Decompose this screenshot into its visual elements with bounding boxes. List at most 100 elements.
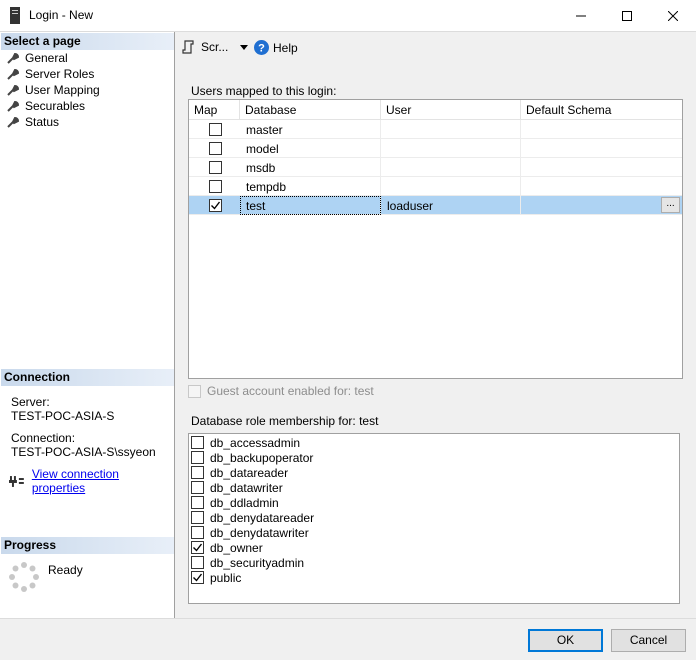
nav-label: Server Roles [25,67,95,81]
server-value: TEST-POC-ASIA-S [11,409,115,423]
table-row-selected[interactable]: test loaduser [189,196,682,215]
map-checkbox[interactable] [209,199,222,212]
role-checkbox[interactable] [191,481,204,494]
list-item[interactable]: db_datareader [191,465,288,480]
list-item[interactable]: db_securityadmin [191,555,304,570]
database-cell: master [240,120,381,139]
close-button[interactable] [650,0,696,32]
column-header-map: Map [189,100,240,120]
maximize-button[interactable] [604,0,650,32]
browse-schema-button[interactable]: ... [661,197,680,213]
list-item[interactable]: db_owner [191,540,263,555]
table-row[interactable]: master [189,120,682,139]
ok-button[interactable]: OK [528,629,603,652]
nav-label: Securables [25,99,86,113]
nav-securables[interactable]: Securables [7,98,85,114]
role-name: db_backupoperator [210,450,314,465]
view-connection-properties-link[interactable]: View connection properties [32,467,174,495]
help-button[interactable]: ? Help [254,40,298,55]
svg-text:?: ? [258,43,265,55]
user-cell[interactable] [381,177,521,196]
left-panel: Select a page General Server Roles User … [0,32,175,618]
role-name: db_owner [210,540,263,555]
user-cell[interactable] [381,158,521,177]
server-label: Server: [11,395,50,409]
connection-label: Connection: [11,431,76,445]
progress-status: Ready [48,563,83,577]
minimize-button[interactable] [558,0,604,32]
checkmark-icon [193,543,203,552]
database-cell: msdb [240,158,381,177]
table-row[interactable]: tempdb [189,177,682,196]
role-membership-list: db_accessadmin db_backupoperator db_data… [188,433,680,604]
column-header-default-schema: Default Schema [521,100,682,120]
window-title: Login - New [29,8,94,22]
map-checkbox[interactable] [209,161,222,174]
role-checkbox[interactable] [191,466,204,479]
connection-plug-icon [9,476,24,487]
script-button[interactable]: Scr... [182,40,249,54]
role-checkbox[interactable] [191,526,204,539]
map-checkbox[interactable] [209,180,222,193]
role-checkbox[interactable] [191,556,204,569]
role-name: db_datareader [210,465,289,480]
database-cell: tempdb [240,177,381,196]
user-cell[interactable] [381,120,521,139]
users-mapped-label: Users mapped to this login: [191,84,337,98]
checkmark-icon [193,573,203,582]
wrench-icon [7,52,19,64]
nav-server-roles[interactable]: Server Roles [7,66,94,82]
schema-cell[interactable] [521,196,682,215]
help-label: Help [273,40,298,55]
list-item[interactable]: db_denydatareader [191,510,314,525]
guest-account-checkbox[interactable] [188,384,201,398]
role-name: db_denydatawriter [210,525,309,540]
script-icon [182,40,194,54]
nav-general[interactable]: General [7,50,68,66]
list-item[interactable]: db_denydatawriter [191,525,309,540]
role-checkbox[interactable] [191,511,204,524]
table-row[interactable]: msdb [189,158,682,177]
role-name: db_ddladmin [210,495,279,510]
list-item[interactable]: db_accessadmin [191,435,300,450]
select-page-header: Select a page [1,33,174,50]
nav-label: General [25,51,68,65]
schema-cell[interactable] [521,139,682,158]
map-checkbox[interactable] [209,123,222,136]
wrench-icon [7,100,19,112]
guest-account-row: Guest account enabled for: test [188,384,374,398]
cancel-button[interactable]: Cancel [611,629,686,652]
dropdown-arrow-icon [240,44,249,50]
list-item[interactable]: db_datawriter [191,480,283,495]
script-label: Scr... [201,40,229,54]
nav-user-mapping[interactable]: User Mapping [7,82,100,98]
role-checkbox[interactable] [191,571,204,584]
schema-cell[interactable] [521,158,682,177]
toolbar: Scr... ? Help [176,32,696,62]
role-checkbox[interactable] [191,451,204,464]
role-name: db_securityadmin [210,555,305,570]
schema-cell[interactable] [521,120,682,139]
database-cell: model [240,139,381,158]
list-item[interactable]: db_backupoperator [191,450,313,465]
connection-value: TEST-POC-ASIA-S\ssyeon [11,445,156,459]
nav-label: Status [25,115,60,129]
map-checkbox[interactable] [209,142,222,155]
maximize-icon [622,11,632,21]
schema-cell[interactable] [521,177,682,196]
role-checkbox[interactable] [191,436,204,449]
nav-status[interactable]: Status [7,114,59,130]
minimize-icon [576,15,586,17]
role-checkbox[interactable] [191,541,204,554]
column-header-database: Database [240,100,381,120]
connection-header: Connection [1,369,174,386]
user-cell[interactable] [381,139,521,158]
title-bar: Login - New [0,0,696,32]
checkmark-icon [211,201,221,210]
role-checkbox[interactable] [191,496,204,509]
user-cell[interactable]: loaduser [381,196,521,215]
list-item[interactable]: db_ddladmin [191,495,279,510]
table-row[interactable]: model [189,139,682,158]
close-icon [668,11,678,21]
list-item[interactable]: public [191,570,241,585]
